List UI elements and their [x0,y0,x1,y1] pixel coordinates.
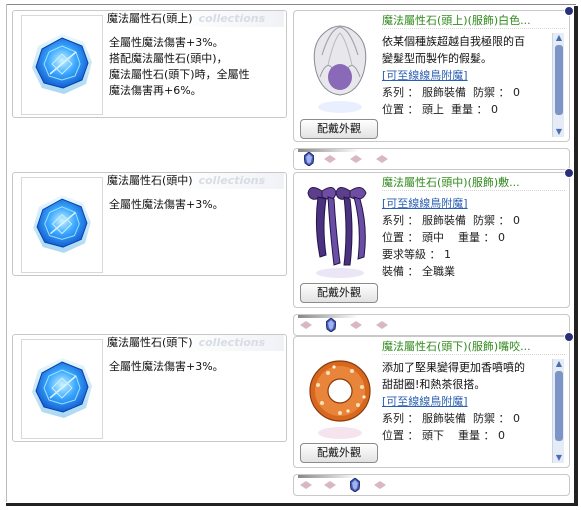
close-icon[interactable] [564,6,574,16]
item-title-text: 魔法屬性石(頭中) [107,174,193,187]
item-title: 魔法屬性石(頭上) collections [105,11,284,27]
watermark-text: collections [198,336,266,349]
view-selector-bar-3 [293,474,570,496]
diamond-icon[interactable] [324,481,336,489]
series-label: 系列 ： 服飾裝備 [382,412,466,425]
scroll-up-icon[interactable]: ▲ [553,33,565,43]
series-label: 系列 ： 服飾裝備 [382,214,466,227]
stats-line-2: 位置 ： 頭上 重量 ： 0 [382,101,547,118]
item-description-window-1: 魔法屬性石(頭上) collections 全屬性魔法傷害+3%。 搭配魔法屬性石… [12,10,287,118]
gem-selector-icon[interactable] [350,478,360,492]
diamond-icon[interactable] [376,155,388,163]
costume-window-3: 魔法屬性石(頭下)(服飾)嘴咬... 添加了堅果變得更加香噴噴的 甜甜圈!和熱茶… [293,332,574,468]
diamond-icon[interactable] [374,481,386,489]
purple-ribbon-icon [307,187,367,278]
series-label: 系列 ： 服飾裝備 [382,86,466,99]
watermark-text: collections [198,12,266,25]
item-description-window-2: 魔法屬性石(頭中) collections 全屬性魔法傷害+3%。 [12,172,287,276]
frame-top-border [6,4,576,5]
item-description-text: 全屬性魔法傷害+3%。 [109,360,224,373]
equip-appearance-button[interactable]: 配戴外觀 [300,283,378,303]
item-title-text: 魔法屬性石(頭上) [107,12,193,25]
defense-label: 防禦 ： 0 [473,86,520,99]
diamond-icon[interactable] [324,155,336,163]
diamond-icon[interactable] [376,321,388,329]
diamond-icon[interactable] [350,155,362,163]
costume-window-2: 魔法屬性石(頭中)(服飾)敷... [可至線線鳥附魔] 系列 ： 服飾裝備 防禦… [293,168,574,308]
equip-appearance-button[interactable]: 配戴外觀 [300,443,378,463]
donut-icon [309,360,371,439]
stats-line-1: 系列 ： 服飾裝備 防禦 ： 0 [382,84,547,101]
diamond-icon[interactable] [300,321,312,329]
frame-right-border [574,6,578,506]
view-selector-bar-2 [293,314,570,336]
required-level: 要求等級 ： 1 [382,248,451,261]
description-line: 依某個種族超越自我極限的百 [382,35,525,48]
weight-label: 重量 ： 0 [458,429,505,442]
scroll-down-icon[interactable]: ▼ [553,453,565,463]
item-description-window-3: 魔法屬性石(頭下) collections 全屬性魔法傷害+3%。 [12,334,287,442]
description-line: 添加了堅果變得更加香噴噴的 [382,361,525,374]
costume-description: [可至線線鳥附魔] 系列 ： 服飾裝備 防禦 ： 0 位置 ： 頭中 重量 ： … [382,195,547,280]
description-line: 變髮型而製作的假髮。 [382,52,492,65]
weight-label: 重量 ： 0 [458,231,505,244]
item-image-frame [21,15,103,115]
position-label: 位置 ： 頭上 [382,103,444,116]
costume-image-frame [300,177,380,285]
item-image-frame [21,339,103,439]
costume-image-frame [300,15,380,123]
description-line: 甜甜圈!和熱茶很搭。 [382,378,486,391]
scrollbar[interactable]: ▲ ▼ [552,33,564,137]
item-description-text: 全屬性魔法傷害+3%。 [109,198,224,211]
enchant-link[interactable]: [可至線線鳥附魔] [382,67,547,84]
close-icon[interactable] [564,332,574,342]
watermark-text: collections [198,174,266,187]
item-image-frame [21,177,103,273]
stats-line-1: 系列 ： 服飾裝備 防禦 ： 0 [382,212,547,229]
item-description-text: 全屬性魔法傷害+3%。 搭配魔法屬性石(頭中)， 魔法屬性石(頭下)時，全屬性 … [109,36,250,97]
scroll-thumb[interactable] [555,371,563,441]
stats-line-2: 位置 ： 頭中 重量 ： 0 [382,229,547,246]
scroll-up-icon[interactable]: ▲ [553,359,565,369]
weight-label: 重量 ： 0 [451,103,498,116]
close-icon[interactable] [564,168,574,178]
equip-jobs: 裝備 ： 全職業 [382,265,455,278]
costume-window-1: 魔法屬性石(頭上)(服飾)白色... 依某個種族超越自我極限的百 變髮型而製作的… [293,6,574,142]
scrollbar[interactable]: ▲ ▼ [552,359,564,463]
diamond-icon[interactable] [350,321,362,329]
costume-title: 魔法屬性石(頭中)(服飾)敷... [382,175,565,191]
gem-selector-icon[interactable] [326,318,336,332]
item-title: 魔法屬性石(頭中) collections [105,173,284,189]
enchant-link[interactable]: [可至線線鳥附魔] [382,195,547,212]
costume-title: 魔法屬性石(頭上)(服飾)白色... [382,13,565,29]
view-selector-bar-1 [293,148,570,170]
gem-selector-icon[interactable] [304,152,314,166]
position-label: 位置 ： 頭下 [382,429,444,442]
blue-gem-icon [33,195,91,253]
costume-image-frame [300,341,380,449]
stats-line-1: 系列 ： 服飾裝備 防禦 ： 0 [382,410,547,427]
enchant-link[interactable]: [可至線線鳥附魔] [382,393,547,410]
costume-description: 添加了堅果變得更加香噴噴的 甜甜圈!和熱茶很搭。 [可至線線鳥附魔] 系列 ： … [382,359,547,444]
position-label: 位置 ： 頭中 [382,231,444,244]
bar-top-gradient [298,475,358,478]
costume-title: 魔法屬性石(頭下)(服飾)嘴咬... [382,339,565,355]
stats-line-2: 位置 ： 頭下 重量 ： 0 [382,427,547,444]
diamond-icon[interactable] [300,481,312,489]
item-title: 魔法屬性石(頭下) collections [105,335,284,351]
defense-label: 防禦 ： 0 [473,412,520,425]
scroll-down-icon[interactable]: ▼ [553,127,565,137]
costume-description: 依某個種族超越自我極限的百 變髮型而製作的假髮。 [可至線線鳥附魔] 系列 ： … [382,33,547,118]
equip-appearance-button[interactable]: 配戴外觀 [300,119,378,139]
blue-gem-icon [32,34,92,94]
white-wig-icon [313,25,367,113]
defense-label: 防禦 ： 0 [473,214,520,227]
scroll-thumb[interactable] [555,45,563,115]
item-title-text: 魔法屬性石(頭下) [107,336,193,349]
frame-left-border [6,4,7,502]
frame-bottom-border [6,503,576,506]
blue-gem-icon [32,358,92,418]
